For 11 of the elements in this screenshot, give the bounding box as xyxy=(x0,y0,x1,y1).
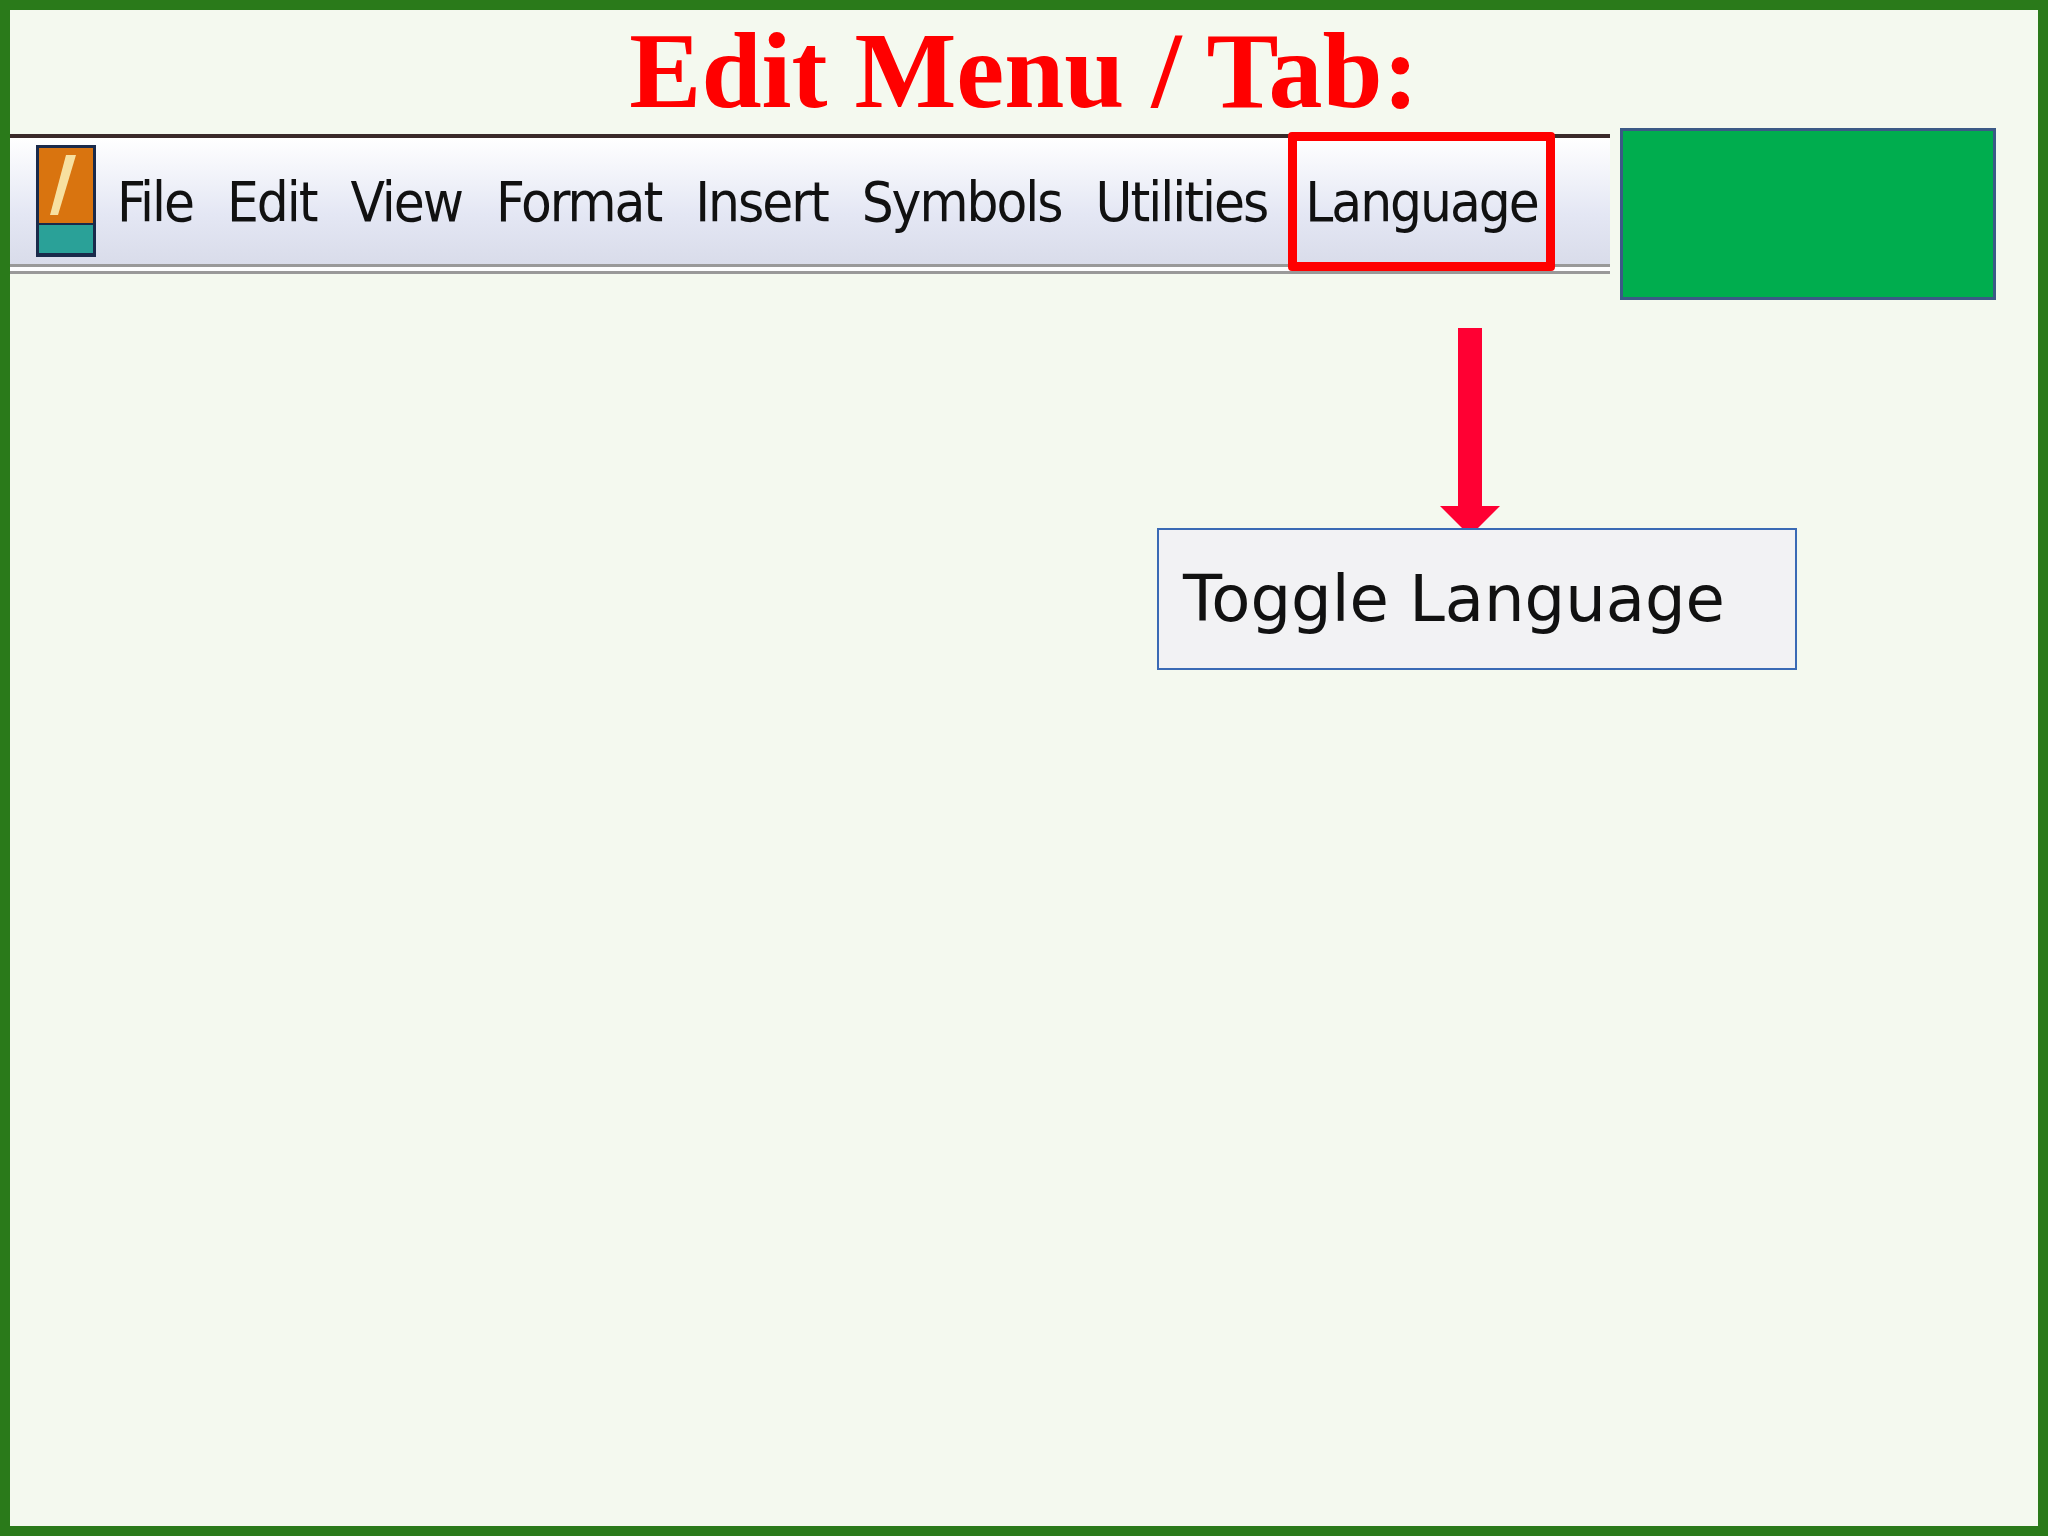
menu-item[interactable]: Language xyxy=(1288,131,1555,271)
menu-item[interactable]: Insert xyxy=(682,139,841,263)
slide-title: Edit Menu / Tab: xyxy=(628,10,1420,130)
menu-item[interactable]: Utilities xyxy=(1082,139,1281,263)
menu-option[interactable]: Toggle Language xyxy=(1183,562,1725,636)
menu-item[interactable]: File xyxy=(104,139,206,263)
menu-item[interactable]: Format xyxy=(482,139,675,263)
app-logo-icon xyxy=(36,145,96,257)
menu-item[interactable]: Symbols xyxy=(848,139,1075,263)
menu-item[interactable]: View xyxy=(337,139,475,263)
menu-item[interactable]: Edit xyxy=(213,139,330,263)
